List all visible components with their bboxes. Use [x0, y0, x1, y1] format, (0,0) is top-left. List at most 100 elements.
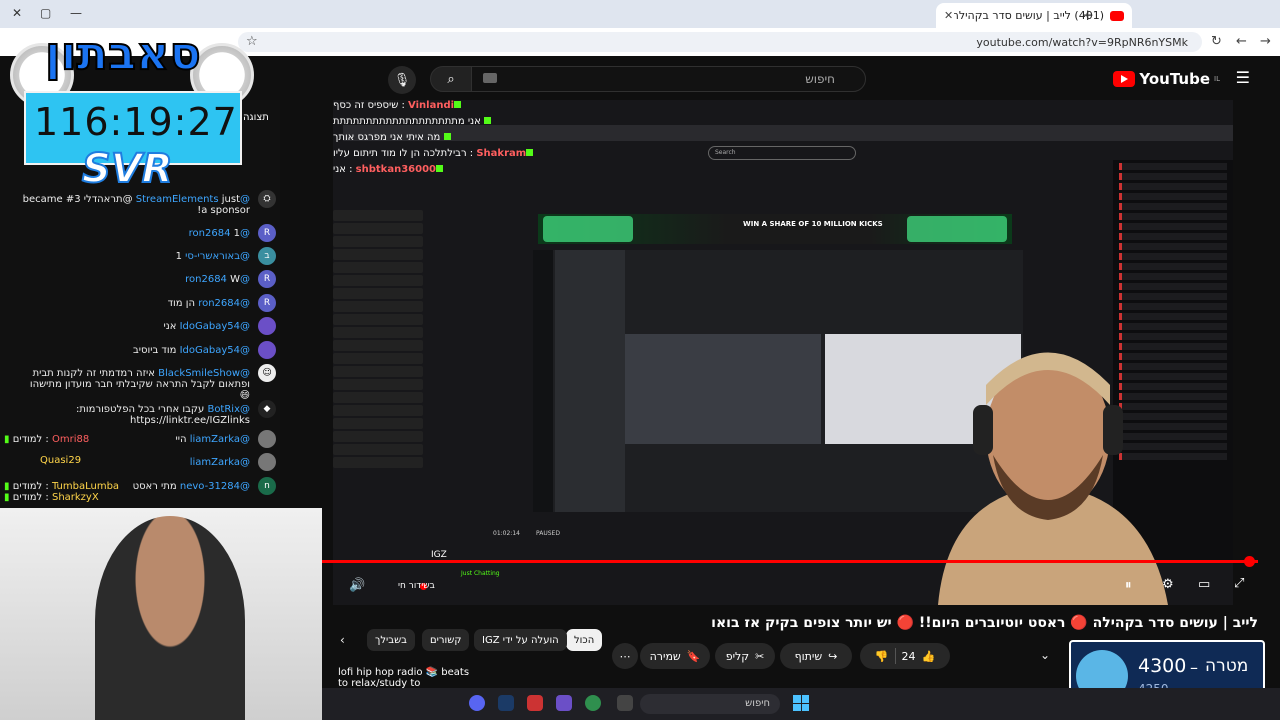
voice-search-button[interactable]: 🎙: [388, 66, 416, 94]
menu-icon[interactable]: ☰: [1236, 68, 1250, 87]
search-input[interactable]: חיפוש: [470, 66, 866, 92]
kick-sidebar-list: [333, 210, 423, 510]
forward-icon[interactable]: →: [1260, 34, 1271, 49]
video-title: לייב | עושים סדר בקהילה 🔴 ראסט יוטיוברים…: [711, 615, 1258, 631]
stream-logo: סאבתון: [44, 25, 202, 81]
video-progress-bar[interactable]: [320, 560, 1258, 563]
fullscreen-icon[interactable]: ⤢: [1234, 576, 1244, 591]
youtube-logo[interactable]: YouTube IL: [1113, 70, 1220, 88]
chip-related[interactable]: קשורים: [422, 629, 470, 651]
avatar: [258, 341, 276, 359]
taskbar-search[interactable]: חיפוש: [640, 694, 780, 714]
subathon-timer: 116:19:27: [34, 100, 238, 144]
youtube-logo-text: YouTube: [1139, 70, 1211, 88]
pause-icon[interactable]: ⏸: [1125, 578, 1132, 593]
dislike-icon: 👎: [874, 649, 889, 663]
video-player[interactable]: Search WIN A SHARE OF 10 MILLION KICKS V…: [333, 100, 1233, 605]
settings-icon[interactable]: ⚙: [1162, 577, 1174, 592]
share-button[interactable]: ↪ שיתוף: [780, 643, 852, 669]
kick-chat-line: אני מתתתתתתתתתתתתתתתתתתת: [333, 116, 793, 132]
chat-message: @liamZarka היי ▮ למודים : Omri88: [0, 430, 280, 452]
like-button[interactable]: 👍 24 👎: [860, 643, 950, 669]
search-button[interactable]: ⌕: [430, 66, 472, 92]
chip-all[interactable]: הכול: [566, 629, 603, 651]
app-icon[interactable]: [527, 695, 543, 711]
chrome-icon[interactable]: [585, 695, 601, 711]
avatar: ☺: [258, 364, 276, 382]
chat-message: @liamZarka Quasi29: [0, 453, 280, 475]
search-icon: ⌕: [447, 71, 455, 87]
chat-message: R @ron2684 W: [0, 270, 280, 292]
microphone-icon: 🎙: [393, 72, 411, 88]
kick-status: PAUSED: [536, 530, 560, 537]
chip-for-you[interactable]: בשבילך: [367, 629, 415, 651]
tab-close-icon[interactable]: ✕: [944, 9, 953, 22]
browser-tab-bar: (401) לייב | עושים סדר בקהילה ✕ + ✕ ▢ —: [0, 0, 1280, 28]
chat-message: ▮ למודים : SharkzyX: [4, 492, 99, 503]
goal-current: 4300: [1138, 655, 1187, 677]
clip-button[interactable]: ✂ קליפ: [715, 643, 775, 669]
save-button[interactable]: 🔖 שמירה: [640, 643, 710, 669]
kick-time: 01:02:14: [493, 530, 520, 537]
theater-icon[interactable]: ▭: [1198, 577, 1210, 592]
chevron-down-icon[interactable]: ⌄: [1040, 648, 1050, 662]
chat-message: ☺ @BlackSmileShow איזה רמדמתי זה לקנות ת…: [0, 364, 280, 401]
like-count: 24: [901, 649, 916, 663]
obs-icon[interactable]: [556, 695, 572, 711]
chat-message: ⛭ @StreamElements just @תראהדלי #3 becam…: [0, 190, 280, 216]
chat-message: ב @באוראשרי-סי 1: [0, 247, 280, 269]
avatar: R: [258, 294, 276, 312]
avatar: ב: [258, 247, 276, 265]
back-icon[interactable]: ←: [1236, 34, 1247, 49]
like-icon: 👍: [921, 649, 936, 663]
youtube-favicon-icon: [1110, 10, 1124, 21]
svr-brand: SVR: [81, 145, 174, 193]
star-icon[interactable]: ☆: [246, 34, 258, 49]
chat-message: ◆ @BotRix עקבו אחרי בכל הפלטפורמות: http…: [0, 400, 280, 428]
discord-icon[interactable]: [469, 695, 485, 711]
url-text: youtube.com/watch?v=9RpNR6nYSMk: [976, 36, 1188, 49]
window-minimize-icon[interactable]: —: [70, 6, 82, 20]
window-maximize-icon[interactable]: ▢: [40, 6, 51, 20]
chip-uploaded-by[interactable]: הועלה על ידי IGZ: [474, 629, 567, 651]
kick-category: Just Chatting: [461, 570, 500, 577]
chevron-left-icon[interactable]: ‹: [340, 633, 345, 647]
chat-message: @IdoGabay54 אני: [0, 317, 280, 339]
webcam-feed: [0, 508, 322, 720]
live-label[interactable]: בשידור חי: [398, 581, 435, 591]
chat-message: @IdoGabay54 מוד ביוסיב: [0, 341, 280, 363]
reload-icon[interactable]: ↻: [1211, 34, 1222, 49]
kick-chat-line: Shakram : רבילתלכה הן לו מוד תיתום עליו: [333, 148, 793, 164]
youtube-play-icon: [1113, 71, 1136, 87]
discord-video-tile: [625, 334, 821, 444]
kick-stream-capture: Search WIN A SHARE OF 10 MILLION KICKS V…: [333, 100, 1233, 605]
avatar: ⛭: [258, 190, 276, 208]
kick-chat-line: shbtkan36000 : אני: [333, 164, 793, 180]
new-tab-icon[interactable]: +: [1081, 6, 1094, 24]
related-video-title[interactable]: lofi hip hop radio 📚 beats to relax/stud…: [338, 667, 478, 689]
kick-chat-line: Vinlandi : שיספיס זה כסף: [333, 100, 793, 116]
windows-start-icon[interactable]: [793, 695, 809, 711]
kick-chat-overlay: Vinlandi : שיספיס זה כסף אני מתתתתתתתתתת…: [333, 100, 793, 240]
kick-chat-line: מה איתי אני מפרגס אותך: [333, 132, 793, 148]
avatar: ◆: [258, 400, 276, 418]
keyboard-icon[interactable]: [483, 73, 497, 83]
scissors-icon: ✂: [755, 649, 765, 663]
window-close-icon[interactable]: ✕: [12, 6, 22, 20]
browser-tab[interactable]: (401) לייב | עושים סדר בקהילה ✕: [936, 3, 1132, 28]
kick-channel-name: IGZ: [431, 550, 447, 560]
progress-scrubber[interactable]: [1244, 556, 1255, 567]
volume-icon[interactable]: 🔊: [349, 578, 365, 593]
steam-icon[interactable]: [498, 695, 514, 711]
share-icon: ↪: [828, 649, 838, 663]
chat-message: R @ron2684 הן מוד: [0, 294, 280, 316]
file-explorer-icon[interactable]: [617, 695, 633, 711]
avatar: [258, 430, 276, 448]
avatar: [258, 317, 276, 335]
streamer-camera: [938, 352, 1168, 605]
more-actions-button[interactable]: ⋯: [612, 643, 638, 669]
bookmark-icon: 🔖: [686, 649, 701, 663]
goal-label: מטרה: [1205, 656, 1249, 676]
region-code: IL: [1214, 75, 1220, 83]
avatar: R: [258, 224, 276, 242]
